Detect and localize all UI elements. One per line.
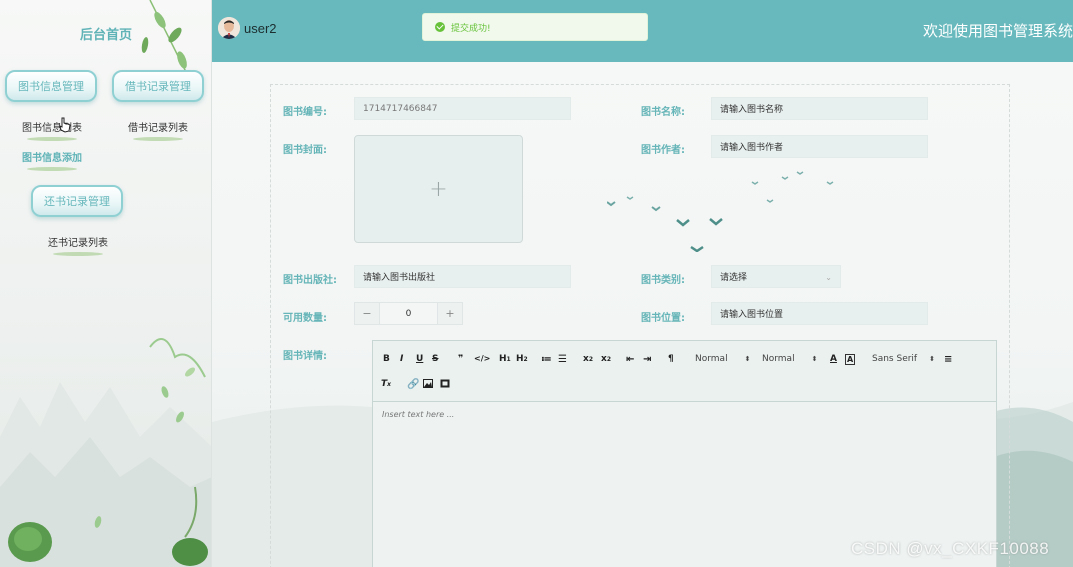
- code-block-icon[interactable]: </>: [474, 354, 490, 363]
- header-select[interactable]: Normal ⬍: [695, 354, 750, 364]
- user-avatar[interactable]: [218, 17, 240, 39]
- increase-button[interactable]: +: [438, 303, 462, 324]
- text-direction-icon[interactable]: ¶: [668, 354, 674, 364]
- font-select-value: Sans Serif: [872, 354, 918, 364]
- italic-icon[interactable]: I: [400, 354, 403, 364]
- subscript-icon[interactable]: x2: [583, 354, 593, 364]
- editor-toolbar: B I U S ❞ </> H1 H2 ≔ ☰ x2 x2 ⇤ ⇥ ¶ Norm…: [373, 341, 996, 402]
- submenu-book-add-label: 图书信息添加: [22, 153, 82, 164]
- select-arrows-icon: ⬍: [744, 355, 751, 363]
- label-category: 图书类别:: [641, 275, 685, 286]
- watermark: CSDN @vx_CXKF10088: [851, 539, 1050, 558]
- background-color-icon[interactable]: A: [845, 354, 856, 365]
- size-select[interactable]: Normal ⬍: [762, 354, 817, 364]
- header-2-icon[interactable]: H2: [516, 354, 528, 364]
- label-publisher: 图书出版社:: [283, 275, 337, 286]
- publisher-input[interactable]: 请输入图书出版社: [354, 265, 571, 288]
- book-name-input[interactable]: 请输入图书名称: [711, 97, 928, 120]
- label-details: 图书详情:: [283, 351, 327, 362]
- toast-message: 提交成功!: [451, 23, 491, 34]
- submenu-underline: [27, 137, 77, 141]
- rich-text-editor: B I U S ❞ </> H1 H2 ≔ ☰ x2 x2 ⇤ ⇥ ¶ Norm…: [372, 340, 997, 567]
- label-book-name: 图书名称:: [641, 107, 685, 118]
- location-input[interactable]: 请输入图书位置: [711, 302, 928, 325]
- submenu-book-list[interactable]: 图书信息列表: [22, 119, 82, 141]
- superscript-icon[interactable]: x2: [601, 354, 611, 364]
- user-avatar-icon: [218, 17, 240, 39]
- header-select-value: Normal: [695, 354, 728, 364]
- submenu-book-add[interactable]: 图书信息添加: [20, 149, 84, 171]
- video-icon[interactable]: [440, 379, 450, 388]
- plus-icon: +: [429, 176, 448, 202]
- ink-mountains-decoration: [0, 338, 211, 567]
- submenu-borrow-list-label: 借书记录列表: [128, 123, 188, 134]
- welcome-title: 欢迎使用图书管理系统: [922, 22, 1073, 40]
- menu-borrow-records[interactable]: 借书记录管理: [112, 70, 204, 102]
- submenu-underline: [53, 252, 103, 256]
- align-icon[interactable]: ≡: [944, 354, 952, 365]
- success-check-icon: [435, 22, 445, 32]
- indent-icon[interactable]: ⇥: [643, 354, 651, 365]
- ordered-list-icon[interactable]: ≔: [541, 354, 552, 365]
- link-icon[interactable]: 🔗: [407, 379, 419, 390]
- label-author: 图书作者:: [641, 145, 685, 156]
- book-number-field[interactable]: 1714717466847: [354, 97, 571, 120]
- submenu-return-list[interactable]: 还书记录列表: [47, 234, 109, 256]
- select-arrows-icon: ⬍: [811, 355, 818, 363]
- quantity-value[interactable]: 0: [379, 303, 438, 324]
- underline-icon[interactable]: U: [416, 354, 423, 364]
- category-select[interactable]: 请选择 ⌄: [711, 265, 841, 288]
- main-content: 图书编号: 1714717466847 图书名称: 请输入图书名称 图书封面: …: [212, 62, 1073, 567]
- book-form: 图书编号: 1714717466847 图书名称: 请输入图书名称 图书封面: …: [270, 84, 1010, 567]
- bullet-list-icon[interactable]: ☰: [558, 354, 567, 365]
- submenu-borrow-list[interactable]: 借书记录列表: [128, 119, 188, 141]
- submenu-underline: [133, 137, 183, 141]
- video-icon-glyph: [440, 379, 450, 388]
- bold-icon[interactable]: B: [383, 354, 390, 364]
- header-1-icon[interactable]: H1: [499, 354, 511, 364]
- image-icon[interactable]: [423, 379, 433, 388]
- outdent-icon[interactable]: ⇤: [626, 354, 634, 365]
- decrease-button[interactable]: −: [355, 303, 379, 324]
- username: user2: [244, 21, 277, 36]
- font-color-icon[interactable]: A: [830, 354, 837, 364]
- chevron-down-icon: ⌄: [825, 273, 832, 282]
- submenu-return-list-label: 还书记录列表: [48, 238, 108, 249]
- clear-format-icon[interactable]: Tx: [381, 379, 391, 389]
- author-input[interactable]: 请输入图书作者: [711, 135, 928, 158]
- label-location: 图书位置:: [641, 313, 685, 324]
- font-select[interactable]: Sans Serif ⬍: [872, 354, 935, 364]
- label-book-number: 图书编号:: [283, 107, 327, 118]
- quantity-stepper: − 0 +: [354, 302, 463, 325]
- label-cover: 图书封面:: [283, 145, 327, 156]
- image-icon-glyph: [423, 379, 433, 388]
- blockquote-icon[interactable]: ❞: [458, 354, 463, 364]
- submenu-book-list-label: 图书信息列表: [22, 123, 82, 134]
- hand-cursor-icon: [59, 117, 71, 133]
- strike-icon[interactable]: S: [432, 354, 438, 364]
- home-link[interactable]: 后台首页: [80, 24, 132, 43]
- size-select-value: Normal: [762, 354, 795, 364]
- cover-upload[interactable]: +: [354, 135, 523, 243]
- sidebar: 后台首页 图书信息管理 借书记录管理 图书信息列表 借书记录列表 图书信息添加 …: [0, 0, 212, 567]
- menu-book-info[interactable]: 图书信息管理: [5, 70, 97, 102]
- menu-return-records[interactable]: 还书记录管理: [31, 185, 123, 217]
- category-select-value: 请选择: [720, 273, 748, 283]
- success-toast: 提交成功!: [422, 13, 648, 41]
- select-arrows-icon: ⬍: [929, 355, 935, 363]
- submenu-underline: [27, 167, 77, 171]
- label-quantity: 可用数量:: [283, 313, 327, 324]
